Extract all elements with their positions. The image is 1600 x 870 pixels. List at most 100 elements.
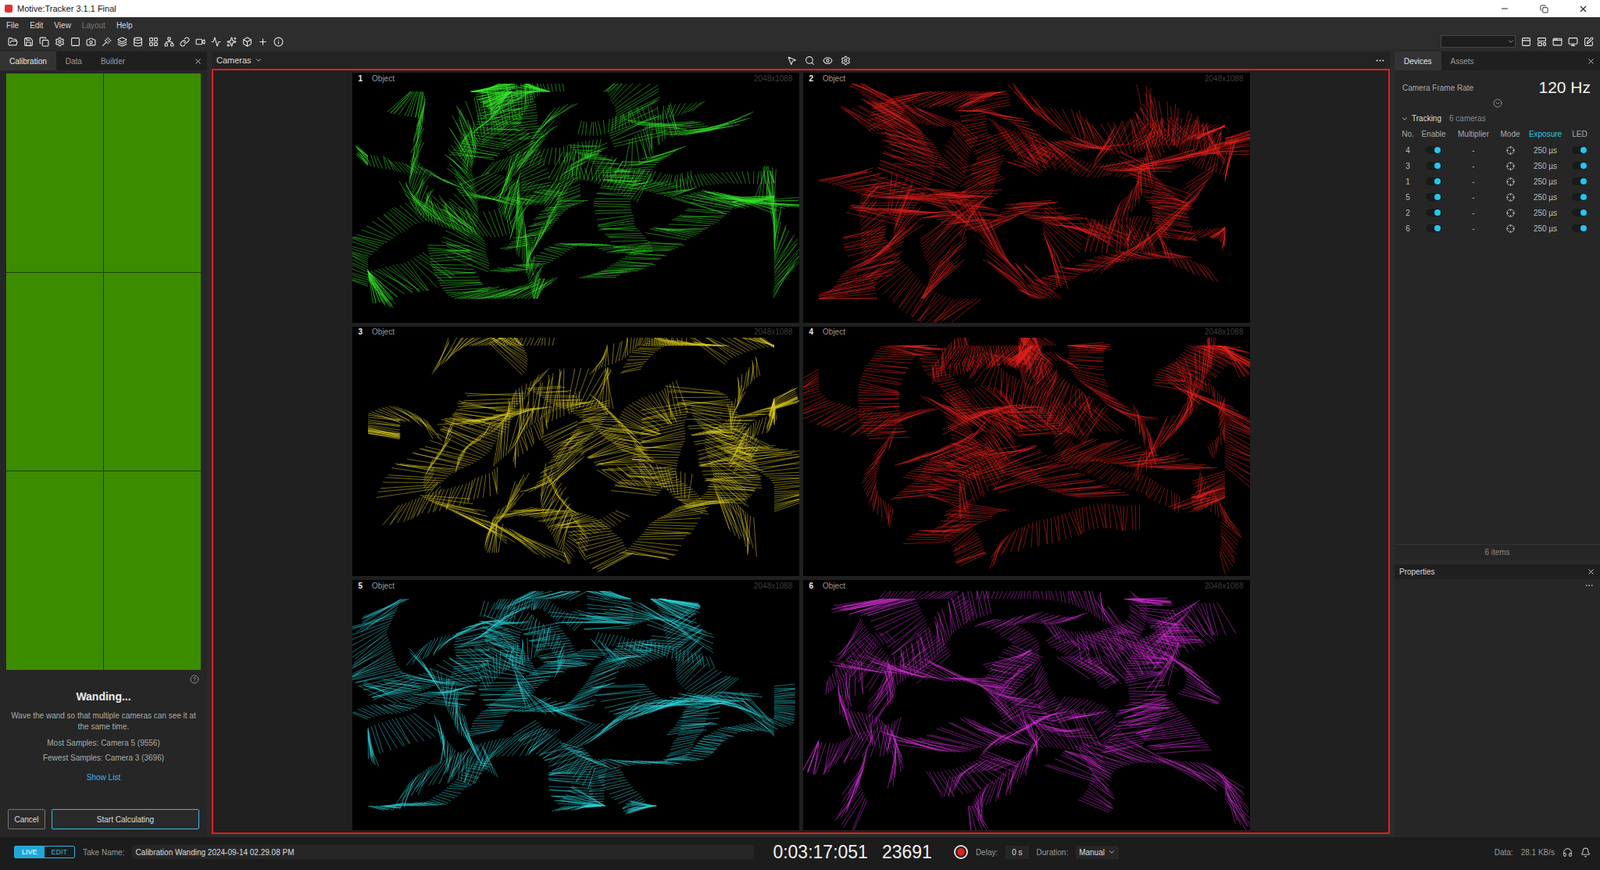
restore-button[interactable] bbox=[1526, 0, 1561, 18]
plus-icon[interactable] bbox=[257, 36, 268, 47]
exposure-cell[interactable]: 250 µs bbox=[1524, 173, 1567, 190]
enable-toggle[interactable] bbox=[1425, 208, 1442, 217]
column-header[interactable]: Mode bbox=[1496, 127, 1525, 143]
delay-field[interactable]: 0 s bbox=[1005, 845, 1029, 859]
expand-icon[interactable] bbox=[1492, 98, 1503, 108]
exposure-cell[interactable]: 250 µs bbox=[1524, 157, 1567, 174]
enable-toggle[interactable] bbox=[1425, 224, 1442, 233]
menu-item[interactable]: Edit bbox=[29, 19, 43, 32]
enable-toggle[interactable] bbox=[1425, 192, 1442, 201]
camera-group[interactable]: Tracking6 cameras bbox=[1394, 107, 1600, 128]
camera-view[interactable]: 3Object2048x1088 bbox=[352, 326, 800, 577]
column-header[interactable]: Exposure bbox=[1524, 127, 1567, 143]
layout-select[interactable] bbox=[1440, 35, 1516, 48]
panel-icon[interactable] bbox=[70, 36, 81, 47]
camera-view[interactable]: 2Object2048x1088 bbox=[803, 72, 1250, 323]
network-icon[interactable] bbox=[164, 36, 175, 47]
camera-view[interactable]: 4Object2048x1088 bbox=[803, 326, 1250, 577]
layers-icon[interactable] bbox=[117, 36, 128, 47]
box-icon[interactable] bbox=[242, 36, 253, 47]
close-button[interactable] bbox=[1565, 0, 1600, 18]
mode-crosshair-icon[interactable] bbox=[1506, 161, 1515, 171]
panel-tab[interactable]: Data bbox=[56, 51, 92, 71]
graph-icon[interactable] bbox=[210, 36, 222, 47]
bell-icon[interactable] bbox=[1580, 846, 1591, 858]
column-header[interactable]: No. bbox=[1399, 127, 1417, 143]
menu-item[interactable]: File bbox=[6, 19, 19, 32]
save-all-icon[interactable] bbox=[39, 36, 50, 47]
mode-crosshair-icon[interactable] bbox=[1506, 146, 1515, 155]
mode-crosshair-icon[interactable] bbox=[1506, 177, 1515, 186]
enable-toggle[interactable] bbox=[1425, 146, 1442, 154]
camera-header: 3Object2048x1088 bbox=[352, 326, 800, 338]
video-icon[interactable] bbox=[195, 36, 206, 47]
camera-view[interactable]: 6Object2048x1088 bbox=[803, 579, 1250, 830]
select-icon[interactable] bbox=[786, 55, 797, 66]
panel-tab[interactable]: Builder bbox=[91, 51, 135, 71]
enable-toggle[interactable] bbox=[1425, 161, 1442, 170]
led-toggle[interactable] bbox=[1571, 161, 1588, 170]
zoom-icon[interactable] bbox=[804, 55, 815, 66]
led-toggle[interactable] bbox=[1571, 224, 1588, 233]
minimize-button[interactable] bbox=[1487, 0, 1522, 18]
mode-crosshair-icon[interactable] bbox=[1506, 192, 1515, 202]
settings-icon[interactable] bbox=[840, 55, 851, 66]
take-name-field[interactable]: Calibration Wanding 2024-09-14 02.29.08 … bbox=[132, 844, 754, 859]
led-toggle[interactable] bbox=[1571, 146, 1588, 154]
exposure-cell[interactable]: 250 µs bbox=[1524, 142, 1567, 158]
more-icon[interactable] bbox=[1584, 580, 1594, 590]
close-icon[interactable] bbox=[1586, 567, 1596, 576]
view-menu[interactable]: Cameras bbox=[216, 55, 252, 65]
menu-item[interactable]: Help bbox=[116, 19, 133, 32]
exposure-cell[interactable]: 250 µs bbox=[1524, 204, 1567, 221]
menu-item[interactable]: View bbox=[53, 19, 72, 32]
chevron-down-icon[interactable] bbox=[254, 56, 263, 65]
cancel-button[interactable]: Cancel bbox=[7, 808, 46, 829]
enable-toggle[interactable] bbox=[1425, 177, 1442, 186]
panel-tab[interactable]: Calibration bbox=[0, 51, 57, 71]
exposure-cell[interactable]: 250 µs bbox=[1524, 189, 1567, 205]
settings-icon[interactable] bbox=[54, 36, 65, 47]
info-icon[interactable] bbox=[273, 36, 284, 47]
open-icon[interactable] bbox=[7, 36, 18, 47]
more-icon[interactable] bbox=[1375, 55, 1386, 66]
help-icon[interactable] bbox=[189, 674, 200, 684]
camera-icon[interactable] bbox=[85, 36, 97, 47]
database-icon[interactable] bbox=[132, 36, 143, 47]
layout-icon[interactable] bbox=[1536, 36, 1547, 47]
support-icon[interactable] bbox=[1562, 846, 1573, 858]
led-toggle[interactable] bbox=[1571, 192, 1588, 201]
view-icon[interactable] bbox=[822, 55, 833, 66]
duration-select[interactable]: Manual bbox=[1075, 845, 1119, 859]
mode-button[interactable]: LIVE bbox=[14, 846, 45, 858]
column-header[interactable]: Multiplier bbox=[1450, 127, 1497, 143]
close-icon[interactable] bbox=[1586, 57, 1596, 66]
column-header[interactable]: Enable bbox=[1416, 127, 1451, 143]
led-toggle[interactable] bbox=[1571, 177, 1588, 186]
record-button[interactable] bbox=[953, 844, 968, 859]
mode-crosshair-icon[interactable] bbox=[1506, 224, 1515, 233]
link-icon[interactable] bbox=[179, 36, 190, 47]
layout-icon[interactable] bbox=[1552, 36, 1563, 47]
layout-icon[interactable] bbox=[1567, 36, 1579, 47]
wand-icon[interactable] bbox=[101, 36, 112, 47]
exposure-cell[interactable]: 250 µs bbox=[1524, 220, 1567, 236]
camera-view[interactable]: 5Object2048x1088 bbox=[352, 579, 800, 830]
grid-icon[interactable] bbox=[148, 36, 159, 47]
layout-icon[interactable] bbox=[1521, 36, 1532, 47]
mode-button[interactable]: EDIT bbox=[44, 846, 75, 858]
start-calculating-button[interactable]: Start Calculating bbox=[51, 808, 200, 829]
close-icon[interactable] bbox=[193, 57, 203, 66]
show-list-link[interactable]: Show List bbox=[86, 772, 121, 782]
layout-icon[interactable] bbox=[1583, 36, 1594, 47]
camera-view[interactable]: 1Object2048x1088 bbox=[352, 72, 800, 323]
mode-crosshair-icon[interactable] bbox=[1506, 208, 1515, 218]
column-header[interactable]: LED bbox=[1566, 127, 1593, 143]
panel-tab[interactable]: Assets bbox=[1441, 51, 1484, 71]
panel-tab[interactable]: Devices bbox=[1394, 51, 1442, 71]
save-icon[interactable] bbox=[23, 36, 34, 47]
frame-rate-value[interactable]: 120 Hz bbox=[1538, 78, 1591, 97]
led-toggle[interactable] bbox=[1571, 208, 1588, 217]
expand-chevron-icon[interactable] bbox=[1400, 114, 1409, 123]
sparkle-icon[interactable] bbox=[226, 36, 237, 47]
